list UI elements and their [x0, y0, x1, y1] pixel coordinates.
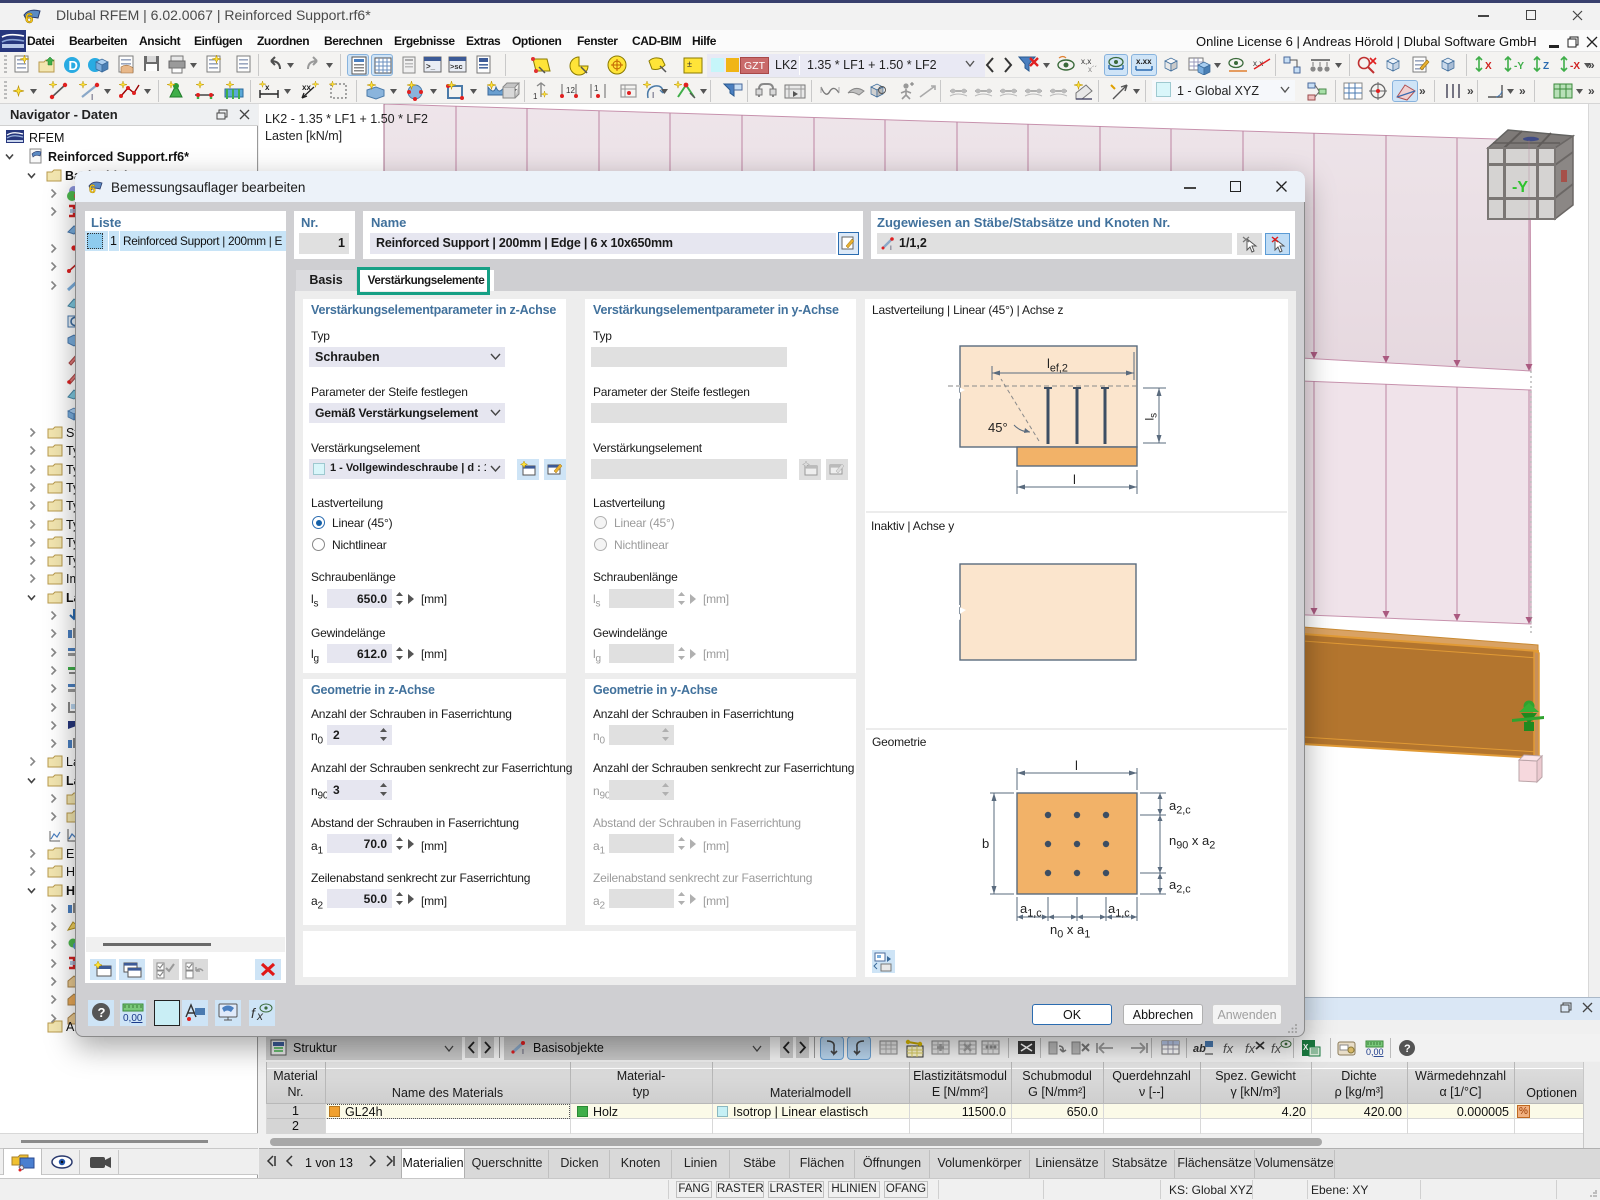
- svg-text:>_: >_: [426, 62, 436, 71]
- svg-text:0,00: 0,00: [1366, 1047, 1384, 1057]
- svg-text:-X: -X: [1570, 61, 1580, 72]
- svg-text:fx: fx: [1271, 1041, 1282, 1056]
- svg-text:±: ±: [687, 59, 692, 69]
- svg-text:I: I: [91, 93, 93, 101]
- svg-text:-Y: -Y: [1514, 61, 1524, 72]
- svg-text:X: X: [1485, 61, 1492, 72]
- svg-text:?: ?: [98, 1005, 106, 1020]
- svg-text:Z: Z: [1543, 61, 1549, 72]
- svg-text:I: I: [522, 1049, 524, 1056]
- svg-text:x´´: x´´: [1088, 65, 1097, 74]
- svg-text:x.xx: x.xx: [1136, 57, 1152, 66]
- svg-text:>sc: >sc: [450, 62, 463, 71]
- svg-text:?: ?: [1404, 1043, 1411, 1055]
- svg-text:12: 12: [566, 86, 575, 95]
- svg-text:fx: fx: [1223, 1041, 1234, 1056]
- svg-text:I: I: [890, 245, 892, 251]
- svg-text:ab: ab: [1193, 1043, 1206, 1055]
- svg-text:fx: fx: [1245, 1041, 1256, 1056]
- svg-text:0,00: 0,00: [123, 1013, 143, 1024]
- svg-text:6: 6: [25, 10, 33, 26]
- svg-text:6: 6: [89, 182, 96, 195]
- svg-text:I: I: [652, 91, 654, 100]
- svg-text:-Y: -Y: [1512, 179, 1528, 196]
- svg-text:X: X: [1303, 1043, 1309, 1052]
- svg-text:D: D: [69, 58, 78, 73]
- svg-text:1: 1: [533, 92, 538, 101]
- svg-text:1: 1: [594, 84, 599, 93]
